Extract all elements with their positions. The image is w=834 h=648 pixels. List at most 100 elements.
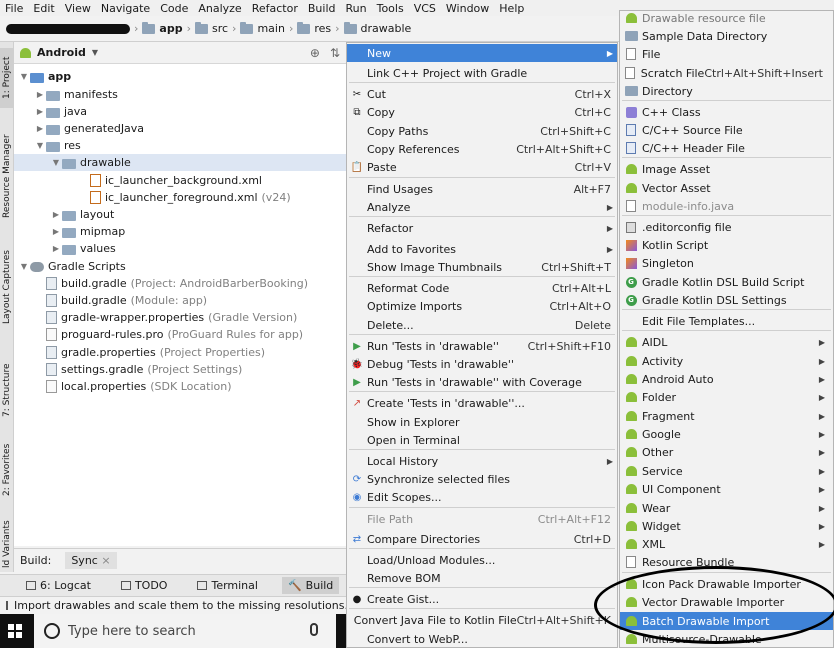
context-menu-item[interactable]: Add to Favorites ▶ xyxy=(347,240,617,258)
tree-item[interactable]: build.gradle (Project: AndroidBarberBooki… xyxy=(14,275,308,292)
context-menu-item[interactable]: Reformat Code Ctrl+Alt+L xyxy=(347,279,617,297)
breadcrumb-app[interactable]: app xyxy=(142,21,183,35)
context-menu-item[interactable]: Refactor ▶ xyxy=(347,219,617,237)
chevron-down-icon[interactable]: ▼ xyxy=(50,158,62,167)
menu-window[interactable]: Window xyxy=(441,2,494,15)
menu-vcs[interactable]: VCS xyxy=(409,2,441,15)
tree-item[interactable]: gradle-wrapper.properties (Gradle Version… xyxy=(14,309,297,326)
context-menu-item[interactable]: ↗ Create 'Tests in 'drawable''... xyxy=(347,394,617,412)
new-submenu-item[interactable]: Sample Data Directory xyxy=(620,27,833,45)
tab-favorites[interactable]: 2: Favorites xyxy=(0,438,14,502)
chevron-down-icon[interactable]: ▼ xyxy=(18,262,30,271)
close-icon[interactable]: × xyxy=(101,554,110,567)
context-menu-item[interactable]: ▶ Run 'Tests in 'drawable'' with Coverage xyxy=(347,373,617,391)
menu-edit[interactable]: Edit xyxy=(28,2,59,15)
taskbar-search-box[interactable]: Type here to search xyxy=(34,614,336,648)
context-menu-item[interactable]: New ▶ xyxy=(347,44,617,62)
tree-item[interactable]: ▶ java xyxy=(14,103,91,120)
tree-item[interactable]: ▼ res xyxy=(14,137,85,154)
new-submenu-item[interactable]: Icon Pack Drawable Importer xyxy=(620,575,833,593)
new-submenu-item[interactable]: Kotlin Script xyxy=(620,236,833,254)
menu-refactor[interactable]: Refactor xyxy=(247,2,303,15)
chevron-right-icon[interactable]: ▶ xyxy=(50,244,62,253)
breadcrumb-res[interactable]: res xyxy=(297,21,331,35)
context-menu-item[interactable]: Open in Terminal xyxy=(347,431,617,449)
tab-build[interactable]: 🔨 Build xyxy=(281,577,340,594)
tree-item[interactable]: ▼ app xyxy=(14,68,75,85)
new-submenu-item[interactable]: Singleton xyxy=(620,254,833,272)
new-submenu-item[interactable]: Activity ▶ xyxy=(620,352,833,370)
context-menu-item[interactable]: Show in Explorer xyxy=(347,413,617,431)
windows-start-button[interactable] xyxy=(0,624,30,638)
tab-sync[interactable]: Sync × xyxy=(65,552,117,569)
new-submenu-item[interactable]: Android Auto ▶ xyxy=(620,370,833,388)
tree-item[interactable]: ▶ values xyxy=(14,240,120,257)
menu-run[interactable]: Run xyxy=(341,2,372,15)
new-submenu-item[interactable]: Vector Drawable Importer xyxy=(620,593,833,611)
new-submenu-item[interactable]: Drawable resource file xyxy=(620,11,833,25)
new-submenu-item[interactable]: Service ▶ xyxy=(620,462,833,480)
tree-item[interactable]: local.properties (SDK Location) xyxy=(14,378,232,395)
tab-terminal[interactable]: Terminal xyxy=(191,577,264,594)
new-submenu-item[interactable]: Scratch File Ctrl+Alt+Shift+Insert xyxy=(620,64,833,82)
new-submenu-item[interactable]: Vector Asset xyxy=(620,179,833,197)
new-submenu-item[interactable]: C/C++ Source File xyxy=(620,121,833,139)
tree-item[interactable]: ic_launcher_foreground.xml (v24) xyxy=(14,189,291,206)
new-submenu-item[interactable]: UI Component ▶ xyxy=(620,480,833,498)
breadcrumb-src[interactable]: src xyxy=(194,21,228,35)
tab-layout-captures[interactable]: Layout Captures xyxy=(0,242,14,332)
tab-project[interactable]: 1: Project xyxy=(0,48,14,108)
new-submenu-item[interactable]: Image Asset xyxy=(620,160,833,178)
new-submenu-item[interactable]: .editorconfig file xyxy=(620,218,833,236)
chevron-right-icon[interactable]: ▶ xyxy=(34,90,46,99)
menu-build[interactable]: Build xyxy=(303,2,341,15)
context-menu-item[interactable]: Convert Java File to Kotlin File Ctrl+Alt… xyxy=(347,611,617,629)
chevron-right-icon[interactable]: ▶ xyxy=(50,210,62,219)
chevron-down-icon[interactable]: ▼ xyxy=(92,48,98,57)
new-submenu-item[interactable]: File xyxy=(620,45,833,63)
tree-item[interactable]: ▶ mipmap xyxy=(14,223,129,240)
context-menu-item[interactable]: Convert to WebP... xyxy=(347,630,617,648)
context-menu-item[interactable]: 🐞 Debug 'Tests in 'drawable'' xyxy=(347,355,617,373)
context-menu-item[interactable]: Copy References Ctrl+Alt+Shift+C xyxy=(347,140,617,158)
context-menu-item[interactable]: Optimize Imports Ctrl+Alt+O xyxy=(347,297,617,315)
menu-code[interactable]: Code xyxy=(155,2,193,15)
tree-item[interactable]: ▶ layout xyxy=(14,206,118,223)
context-menu-item[interactable]: Local History ▶ xyxy=(347,452,617,470)
new-submenu-item[interactable]: Multisource-Drawable xyxy=(620,630,833,648)
tab-resource-manager[interactable]: Resource Manager xyxy=(0,126,14,226)
menu-view[interactable]: View xyxy=(60,2,96,15)
new-submenu-item[interactable]: Google ▶ xyxy=(620,425,833,443)
new-submenu-item[interactable]: XML ▶ xyxy=(620,535,833,553)
new-submenu-item[interactable]: Folder ▶ xyxy=(620,388,833,406)
new-submenu-item[interactable]: AIDL ▶ xyxy=(620,333,833,351)
project-view-selector[interactable]: Android xyxy=(37,46,86,59)
context-menu-item[interactable]: Remove BOM xyxy=(347,569,617,587)
context-menu-item[interactable]: ▶ Run 'Tests in 'drawable'' Ctrl+Shift+F10 xyxy=(347,337,617,355)
chevron-down-icon[interactable]: ▼ xyxy=(34,141,46,150)
context-menu-item[interactable]: 📋 Paste Ctrl+V xyxy=(347,158,617,176)
chevron-right-icon[interactable]: ▶ xyxy=(34,107,46,116)
tree-item[interactable]: proguard-rules.pro (ProGuard Rules for ap… xyxy=(14,326,303,343)
new-submenu-item[interactable]: Resource Bundle xyxy=(620,553,833,571)
breadcrumb-drawable[interactable]: drawable xyxy=(343,21,411,35)
collapse-icon[interactable]: ⇅ xyxy=(330,46,340,60)
new-submenu-item[interactable]: C/C++ Header File xyxy=(620,139,833,157)
menu-help[interactable]: Help xyxy=(494,2,529,15)
context-menu-item[interactable]: Link C++ Project with Gradle xyxy=(347,64,617,82)
breadcrumb-main[interactable]: main xyxy=(240,21,285,35)
chevron-down-icon[interactable]: ▼ xyxy=(18,72,30,81)
tree-item[interactable]: ▼ Gradle Scripts xyxy=(14,258,130,275)
new-submenu-item[interactable]: C++ Class xyxy=(620,103,833,121)
menu-analyze[interactable]: Analyze xyxy=(193,2,246,15)
context-menu-item[interactable]: Find Usages Alt+F7 xyxy=(347,180,617,198)
context-menu-item[interactable]: Analyze ▶ xyxy=(347,198,617,216)
new-submenu-item[interactable]: G Gradle Kotlin DSL Settings xyxy=(620,291,833,309)
chevron-right-icon[interactable]: ▶ xyxy=(34,124,46,133)
context-menu-item[interactable]: ⇄ Compare Directories Ctrl+D xyxy=(347,530,617,548)
tab-logcat[interactable]: 6: Logcat xyxy=(20,577,97,594)
context-menu-item[interactable]: ⧉ Copy Ctrl+C xyxy=(347,103,617,121)
context-menu-item[interactable]: Load/Unload Modules... xyxy=(347,551,617,569)
new-submenu-item[interactable]: Batch Drawable Import xyxy=(620,612,833,630)
microphone-icon[interactable] xyxy=(310,623,318,636)
